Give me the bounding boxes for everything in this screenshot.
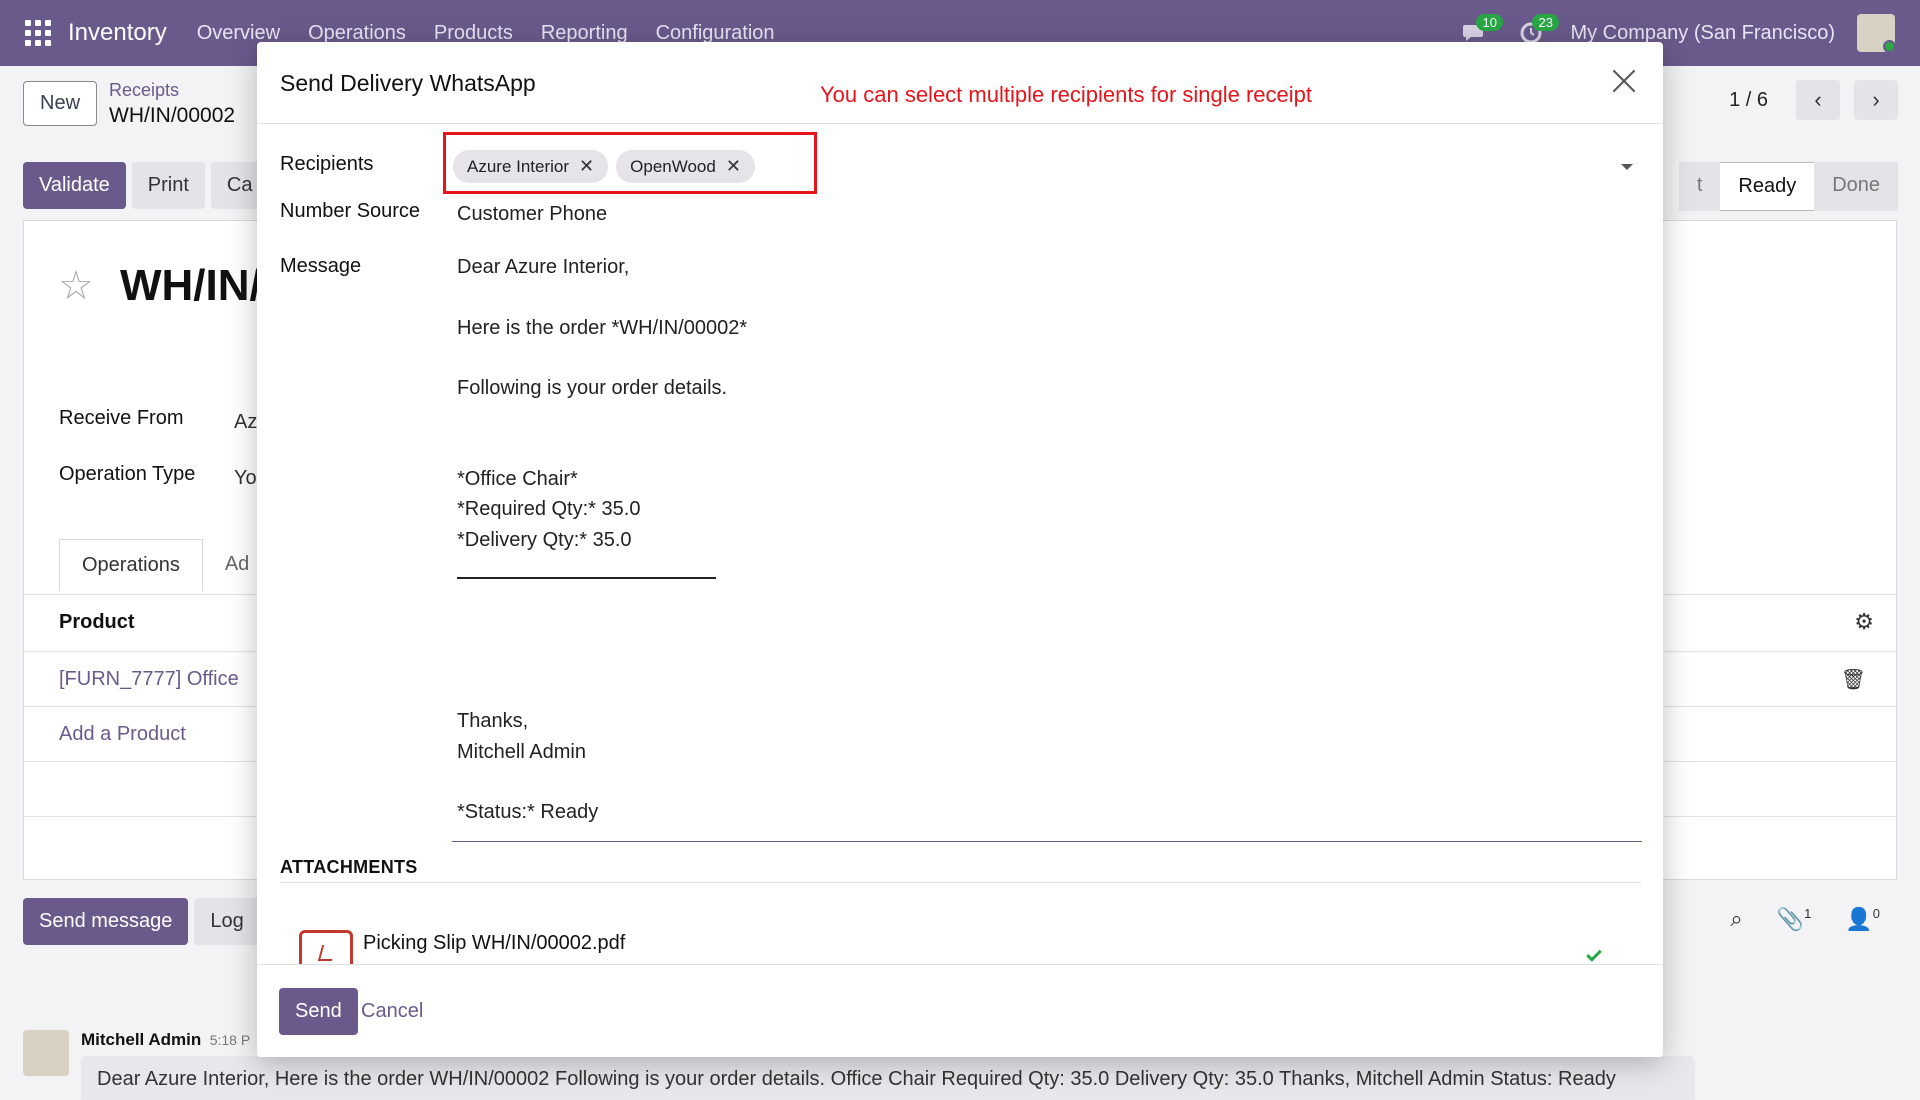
- message-label: Message: [280, 255, 362, 277]
- breadcrumb-current: WH/IN/00002: [109, 104, 236, 127]
- status-waiting[interactable]: t: [1678, 162, 1721, 211]
- chevron-down-icon[interactable]: [1621, 164, 1633, 170]
- divider: [280, 882, 1641, 883]
- app-grid-icon[interactable]: [25, 20, 51, 46]
- message-author[interactable]: Mitchell Admin: [81, 1030, 201, 1049]
- breadcrumb-parent[interactable]: Receipts: [109, 78, 235, 103]
- recipient-tag[interactable]: OpenWood ✕: [616, 150, 755, 183]
- status-ready[interactable]: Ready: [1720, 162, 1815, 211]
- form-tabs: Operations Ad: [59, 539, 272, 591]
- user-avatar[interactable]: [1857, 14, 1895, 52]
- recipient-tag[interactable]: Azure Interior ✕: [453, 150, 609, 183]
- message-separator: [457, 577, 716, 579]
- recipients-label: Recipients: [280, 153, 374, 175]
- attachments-heading: ATTACHMENTS: [280, 857, 418, 877]
- star-icon[interactable]: ☆: [58, 263, 94, 309]
- message-textarea[interactable]: Dear Azure Interior, Here is the order *…: [452, 252, 1642, 842]
- avatar[interactable]: [23, 1030, 69, 1076]
- followers-count: 0: [1872, 906, 1880, 921]
- dialog-header: Send Delivery WhatsApp You can select mu…: [257, 42, 1663, 124]
- log-note-button[interactable]: Log: [194, 898, 260, 945]
- tab-operations[interactable]: Operations: [59, 539, 203, 591]
- chatter-tools: ⌕ 📎1 👤0: [1730, 906, 1880, 932]
- checkmark-icon: [1586, 946, 1602, 962]
- pager-previous-button[interactable]: ‹: [1796, 80, 1840, 120]
- status-bar: t Ready Done: [1678, 162, 1898, 211]
- column-settings-icon[interactable]: ⚙: [1854, 609, 1874, 635]
- new-button[interactable]: New: [23, 80, 98, 126]
- number-source-field[interactable]: Customer Phone: [457, 203, 607, 226]
- trash-icon[interactable]: 🗑: [1841, 667, 1866, 692]
- followers-icon[interactable]: 👤0: [1845, 906, 1880, 932]
- search-icon[interactable]: ⌕: [1730, 906, 1742, 932]
- activity-badge: 23: [1532, 14, 1559, 31]
- recipients-field[interactable]: Azure Interior ✕ OpenWood ✕: [453, 150, 755, 183]
- pager-next-button[interactable]: ›: [1854, 80, 1898, 120]
- receive-from-field[interactable]: Az: [234, 411, 257, 434]
- remove-tag-icon[interactable]: ✕: [726, 156, 741, 177]
- chat-badge: 10: [1476, 14, 1503, 31]
- action-buttons: Validate Print Ca: [23, 162, 269, 209]
- send-button[interactable]: Send: [279, 988, 358, 1035]
- add-product-link[interactable]: Add a Product: [59, 723, 186, 746]
- online-status-icon: [1883, 40, 1895, 52]
- operation-type-label: Operation Type: [59, 463, 196, 485]
- pager-value[interactable]: 1 / 6: [1729, 89, 1768, 112]
- message-time: 5:18 P: [209, 1032, 251, 1048]
- print-button[interactable]: Print: [131, 162, 205, 209]
- record-title: WH/IN/(: [120, 261, 277, 310]
- app-name[interactable]: Inventory: [68, 19, 167, 47]
- annotation-text: You can select multiple recipients for s…: [820, 82, 1313, 107]
- status-done[interactable]: Done: [1814, 162, 1898, 211]
- dialog-title: Send Delivery WhatsApp: [280, 70, 536, 96]
- chatter-buttons: Send message Log: [23, 898, 260, 945]
- dialog-footer: Send Cancel: [257, 964, 1663, 1057]
- recipient-tag-label: OpenWood: [630, 156, 716, 176]
- product-column-header[interactable]: Product: [59, 611, 135, 634]
- chatter-message-body: Dear Azure Interior, Here is the order W…: [81, 1056, 1695, 1100]
- send-message-button[interactable]: Send message: [23, 898, 189, 945]
- control-panel: New Receipts WH/IN/00002: [23, 78, 235, 128]
- pdf-file-icon: [299, 930, 353, 968]
- receive-from-label: Receive From: [59, 407, 184, 429]
- message-body: Dear Azure Interior, Here is the order *…: [457, 256, 748, 824]
- number-source-label: Number Source: [280, 200, 421, 222]
- operation-type-field[interactable]: Yo: [234, 467, 257, 490]
- paperclip-icon[interactable]: 📎1: [1777, 906, 1812, 932]
- table-row[interactable]: [FURN_7777] Office: [59, 668, 239, 691]
- cancel-button[interactable]: Cancel: [361, 1000, 423, 1023]
- pager: 1 / 6 ‹ ›: [1729, 80, 1898, 120]
- close-icon[interactable]: [1607, 64, 1641, 98]
- validate-button[interactable]: Validate: [23, 162, 126, 209]
- attachment-name[interactable]: Picking Slip WH/IN/00002.pdf: [363, 932, 625, 955]
- remove-tag-icon[interactable]: ✕: [579, 156, 594, 177]
- breadcrumb: Receipts WH/IN/00002: [109, 78, 235, 128]
- attachments-count: 1: [1804, 906, 1812, 921]
- send-whatsapp-dialog: Send Delivery WhatsApp You can select mu…: [257, 42, 1663, 1057]
- recipient-tag-label: Azure Interior: [467, 156, 570, 176]
